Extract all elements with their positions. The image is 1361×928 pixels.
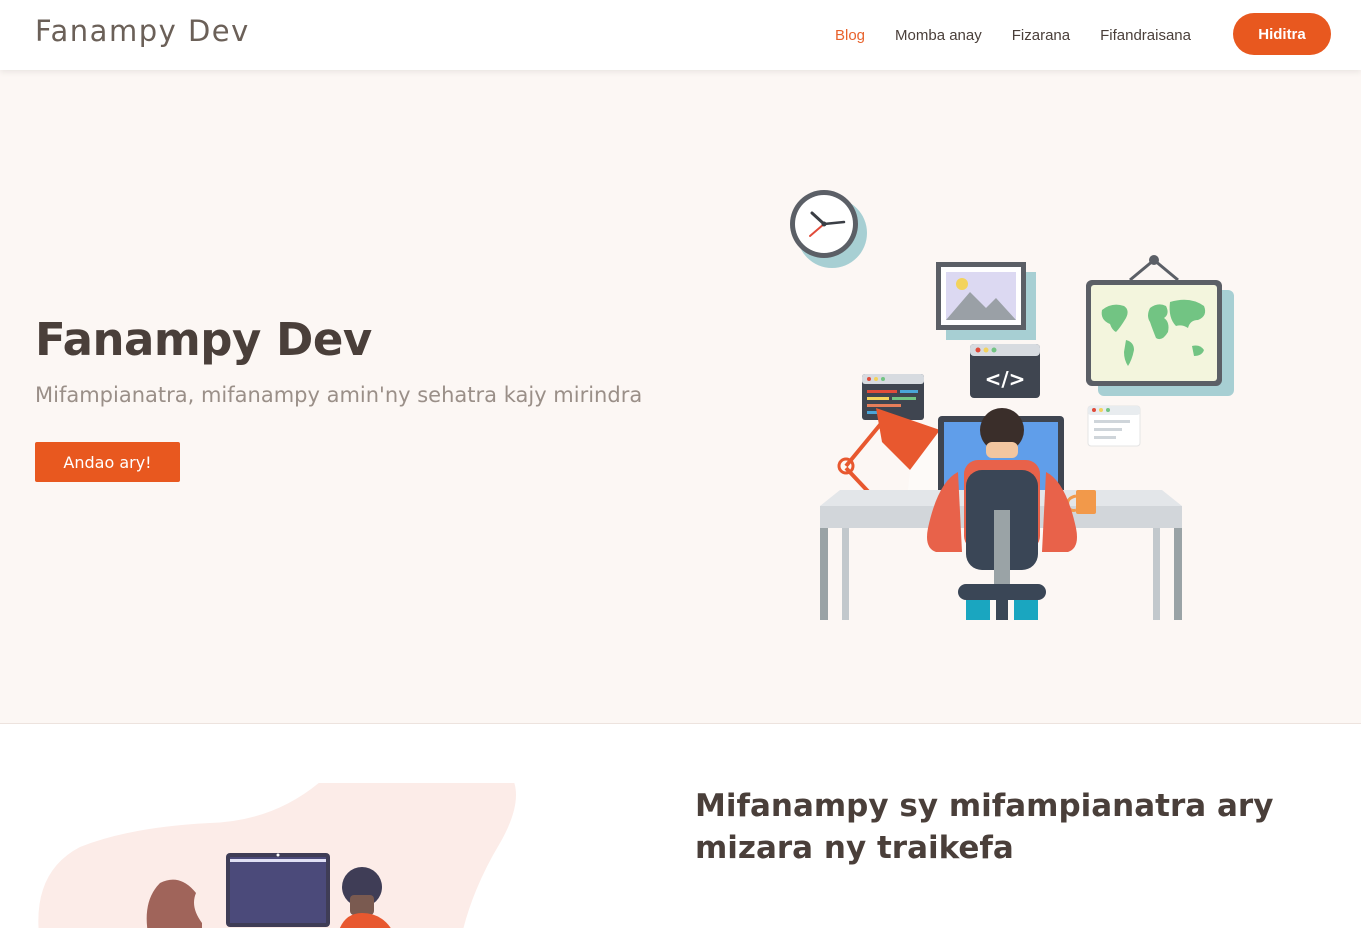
collaboration-illustration [38, 783, 516, 928]
nav-link-categories[interactable]: Fizarana [1012, 27, 1070, 44]
small-code-window-icon [862, 374, 924, 420]
nav-links: Blog Momba anay Fizarana Fifandraisana [820, 0, 1206, 70]
nav-link-blog[interactable]: Blog [835, 27, 865, 44]
wall-clock-icon [790, 190, 867, 268]
laptop-monitor-icon [226, 853, 330, 927]
login-button[interactable]: Hiditra [1233, 13, 1331, 55]
get-started-button[interactable]: Andao ary! [35, 442, 180, 482]
about-title: Mifanampy sy mifampianatra ary mizara ny… [695, 788, 1274, 866]
picture-frame-icon [936, 262, 1036, 340]
navbar: Fanampy Dev Blog Momba anay Fizarana Fif… [0, 0, 1361, 70]
nav-link-about[interactable]: Momba anay [895, 27, 982, 44]
code-window-icon: </> [970, 344, 1040, 398]
brand-logo[interactable]: Fanampy Dev [35, 14, 250, 48]
hero-subtitle: Mifampianatra, mifanampy amin'ny sehatra… [35, 383, 643, 407]
hero-title: Fanampy Dev [35, 313, 372, 366]
nav-link-contact[interactable]: Fifandraisana [1100, 27, 1191, 44]
developer-desk-illustration: </> [790, 190, 1234, 620]
browser-card-icon [1087, 405, 1141, 447]
hero-section: Fanampy Dev Mifampianatra, mifanampy ami… [0, 70, 1361, 724]
world-map-icon [1086, 255, 1234, 396]
about-section: Mifanampy sy mifampianatra ary mizara ny… [0, 725, 1361, 928]
svg-text:</>: </> [985, 367, 1026, 391]
